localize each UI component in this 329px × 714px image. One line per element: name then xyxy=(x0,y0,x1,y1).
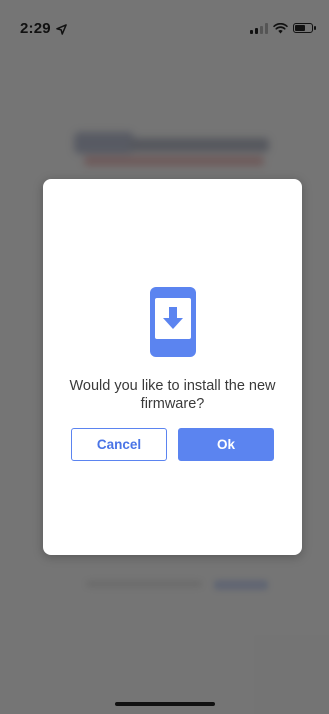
ok-button[interactable]: Ok xyxy=(178,428,274,461)
status-time: 2:29 xyxy=(20,20,68,37)
status-icons xyxy=(250,20,316,36)
cancel-button[interactable]: Cancel xyxy=(71,428,167,461)
dialog-message: Would you like to install the new firmwa… xyxy=(69,378,276,412)
home-indicator[interactable] xyxy=(115,702,215,706)
download-arrow-icon xyxy=(163,307,183,329)
battery-icon xyxy=(293,23,316,33)
status-time-text: 2:29 xyxy=(20,20,51,37)
cellular-signal-icon xyxy=(250,22,268,34)
phone-download-icon xyxy=(150,287,196,357)
wifi-icon xyxy=(273,22,288,34)
firmware-update-screen: 2:29 Would you like to install the new f… xyxy=(0,0,329,714)
firmware-install-dialog: Would you like to install the new firmwa… xyxy=(43,179,302,555)
location-arrow-icon xyxy=(56,23,68,35)
status-bar: 2:29 xyxy=(0,0,329,44)
